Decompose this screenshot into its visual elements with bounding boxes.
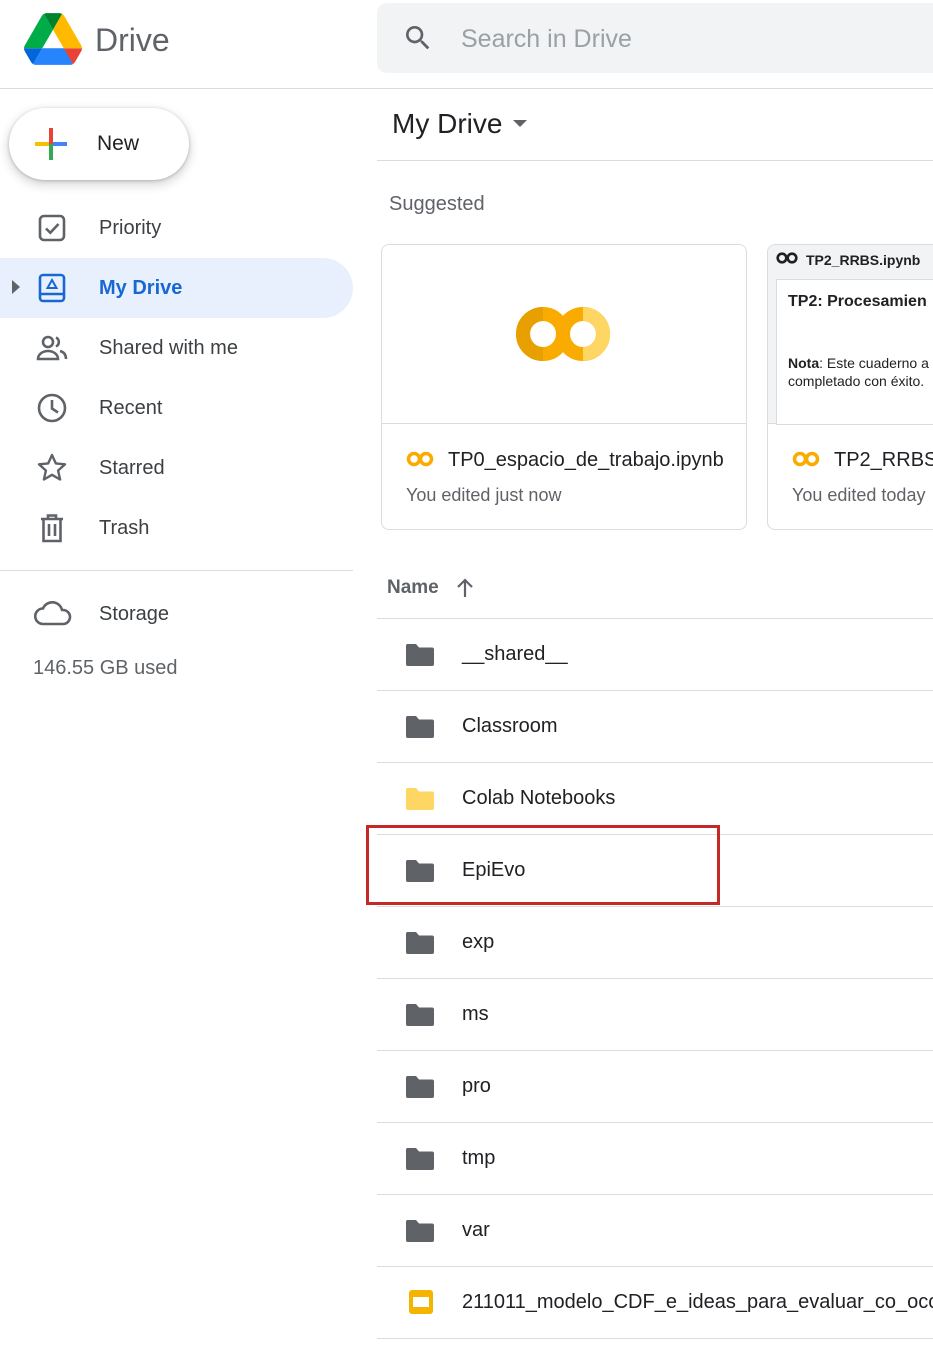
suggested-file-name: TP0_espacio_de_trabajo.ipynb	[448, 449, 724, 471]
sidebar-item-label: Recent	[99, 397, 163, 419]
suggested-file-meta: You edited today	[792, 485, 926, 505]
sidebar-item-priority[interactable]: Priority	[0, 198, 353, 258]
colab-logo-icon	[516, 307, 610, 361]
preview-note-text: : Este cuaderno a	[819, 355, 929, 371]
file-name: ms	[462, 1003, 489, 1025]
suggested-card[interactable]: TP0_espacio_de_trabajo.ipynb You edited …	[381, 244, 747, 530]
file-name: pro	[462, 1075, 491, 1097]
file-name: 211011_modelo_CDF_e_ideas_para_evaluar_c…	[462, 1291, 933, 1313]
sidebar-item-label: Priority	[99, 217, 162, 239]
sidebar-item-label: Shared with me	[99, 337, 238, 359]
file-row[interactable]: pro	[377, 1050, 933, 1122]
sidebar-item-starred[interactable]: Starred	[0, 438, 353, 498]
sidebar-item-label: Starred	[99, 457, 165, 479]
people-icon	[36, 335, 68, 361]
sidebar-item-label: My Drive	[99, 277, 183, 299]
suggested-heading: Suggested	[389, 193, 485, 215]
trash-icon	[41, 514, 63, 543]
header-divider	[0, 88, 933, 89]
folder-icon	[405, 1220, 434, 1242]
sidebar-item-shared-with-me[interactable]: Shared with me	[0, 318, 353, 378]
file-row[interactable]: Colab Notebooks	[377, 762, 933, 834]
file-thumbnail	[382, 245, 746, 424]
sidebar-item-my-drive[interactable]: My Drive	[0, 258, 353, 318]
folder-icon	[405, 788, 434, 810]
folder-icon	[405, 1148, 434, 1170]
list-bottom-divider	[377, 1338, 933, 1339]
chevron-down-icon[interactable]	[513, 120, 527, 127]
folder-icon	[405, 1004, 434, 1026]
new-button-label: New	[97, 132, 140, 155]
folder-icon	[405, 1076, 434, 1098]
file-name: __shared__	[462, 643, 568, 665]
suggested-card[interactable]: TP2_RRBS.ipynb TP2: Procesamien Nota: Es…	[767, 244, 933, 530]
sidebar-item-label: Trash	[99, 517, 150, 539]
colab-mark-icon	[776, 252, 798, 264]
preview-page: TP2: Procesamien Nota: Este cuaderno a c…	[776, 279, 933, 425]
file-name: var	[462, 1219, 490, 1241]
slides-file-icon	[409, 1290, 433, 1314]
google-drive-logo-icon[interactable]	[24, 13, 82, 65]
colab-file-icon	[406, 451, 434, 467]
plus-icon	[35, 128, 67, 160]
file-name: exp	[462, 931, 495, 953]
preview-title: TP2_RRBS.ipynb	[806, 252, 921, 268]
file-row[interactable]: exp	[377, 906, 933, 978]
preview-note-line: completado con éxito.	[788, 373, 925, 389]
expand-caret-icon[interactable]	[12, 280, 20, 294]
folder-icon	[405, 932, 434, 954]
sidebar-item-recent[interactable]: Recent	[0, 378, 353, 438]
file-name: Classroom	[462, 715, 558, 737]
sidebar-divider	[0, 570, 353, 571]
search-icon[interactable]	[402, 22, 434, 54]
file-row[interactable]: 211011_modelo_CDF_e_ideas_para_evaluar_c…	[377, 1266, 933, 1338]
sidebar-item-trash[interactable]: Trash	[0, 498, 353, 558]
preview-note: Nota: Este cuaderno a	[788, 354, 929, 372]
priority-icon	[38, 214, 66, 242]
suggested-file-name: TP2_RRBS.ipynb	[834, 449, 933, 471]
preview-note-bold: Nota	[788, 355, 820, 371]
arrow-up-icon[interactable]	[454, 577, 476, 599]
highlight-box	[366, 825, 720, 905]
suggested-file-meta: You edited just now	[406, 485, 562, 505]
file-row[interactable]: Classroom	[377, 690, 933, 762]
cloud-icon	[34, 601, 72, 626]
clock-icon	[37, 393, 67, 423]
file-name: Colab Notebooks	[462, 787, 616, 809]
file-row[interactable]: tmp	[377, 1122, 933, 1194]
app-title: Drive	[95, 22, 170, 58]
file-row[interactable]: ms	[377, 978, 933, 1050]
folder-icon	[405, 716, 434, 738]
file-row[interactable]: __shared__	[377, 618, 933, 690]
file-thumbnail: TP2_RRBS.ipynb TP2: Procesamien Nota: Es…	[768, 245, 933, 425]
page-title[interactable]: My Drive	[392, 106, 502, 142]
my-drive-icon	[38, 273, 66, 303]
name-column-header[interactable]: Name	[387, 574, 439, 602]
star-icon	[37, 453, 67, 481]
folder-icon	[405, 644, 434, 666]
storage-usage-text: 146.55 GB used	[33, 657, 178, 679]
file-row[interactable]: var	[377, 1194, 933, 1266]
colab-file-icon	[792, 451, 820, 467]
preview-heading: TP2: Procesamien	[788, 293, 927, 310]
search-input[interactable]: Search in Drive	[461, 22, 632, 56]
file-name: tmp	[462, 1147, 496, 1169]
main-divider	[377, 160, 933, 161]
storage-link[interactable]: Storage	[99, 600, 169, 628]
